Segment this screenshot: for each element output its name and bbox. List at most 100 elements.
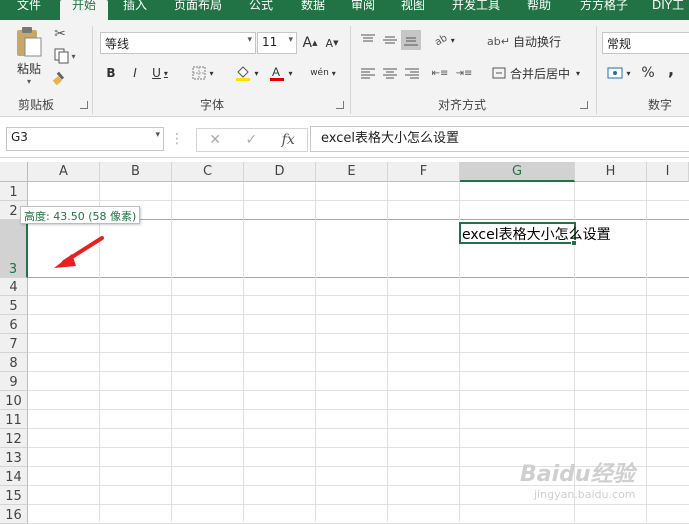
tab-home[interactable]: 开始 — [60, 0, 108, 20]
row-header-1[interactable]: 1 — [0, 182, 28, 201]
tab-insert[interactable]: 插入 — [112, 0, 158, 20]
chevron-down-icon: ▾ — [254, 68, 259, 78]
align-center-icon — [383, 68, 397, 79]
font-size-value: 11 — [262, 35, 278, 49]
merge-icon — [492, 67, 506, 79]
copy-icon — [54, 48, 69, 64]
row-gridline — [28, 333, 689, 334]
column-header-b[interactable]: B — [100, 162, 172, 182]
column-header-f[interactable]: F — [388, 162, 460, 182]
cancel-icon[interactable]: ✕ — [209, 132, 221, 148]
name-box[interactable]: G3 ▾ — [6, 127, 164, 151]
underline-button[interactable]: U ▾ — [148, 64, 172, 82]
column-header-g[interactable]: G — [460, 162, 575, 182]
column-gridline — [315, 182, 316, 522]
font-name-value: 等线 — [105, 37, 130, 51]
font-color-button[interactable]: A ▾ — [266, 64, 296, 82]
font-name-select[interactable]: 等线 ▾ — [100, 32, 256, 54]
row-gridline — [28, 409, 689, 410]
tab-developer[interactable]: 开发工具 — [444, 0, 508, 20]
tab-diy[interactable]: DIY工 — [646, 0, 689, 20]
decrease-font-size-button[interactable]: A ▼ — [324, 34, 340, 52]
row-header-6[interactable]: 6 — [0, 315, 28, 334]
align-middle-button[interactable] — [382, 32, 398, 48]
formula-bar-grip-icon: ⋮ — [170, 131, 184, 147]
chevron-down-icon: ▾ — [626, 68, 631, 78]
row-header-15[interactable]: 15 — [0, 486, 28, 505]
column-header-a[interactable]: A — [28, 162, 100, 182]
row-header-14[interactable]: 14 — [0, 467, 28, 486]
decrease-indent-button[interactable]: ⇤≡ — [432, 66, 449, 80]
paste-button[interactable]: 粘贴 ▾ — [12, 26, 46, 86]
enter-icon[interactable]: ✓ — [245, 132, 257, 148]
align-right-button[interactable] — [404, 66, 420, 80]
orientation-button[interactable]: ab ▾ — [430, 32, 460, 48]
row-header-9[interactable]: 9 — [0, 372, 28, 391]
column-header-c[interactable]: C — [172, 162, 244, 182]
tab-file[interactable]: 文件 — [0, 0, 58, 20]
clipboard-launcher-icon[interactable] — [80, 101, 88, 109]
formula-input[interactable]: excel表格大小怎么设置 — [310, 126, 689, 152]
arrow-icon — [54, 236, 104, 268]
fill-color-button[interactable]: ▾ — [232, 64, 262, 82]
merge-center-button[interactable]: 合并后居中 ▾ — [488, 63, 584, 83]
percent-style-button[interactable]: % — [640, 64, 656, 82]
row-header-11[interactable]: 11 — [0, 410, 28, 429]
align-left-button[interactable] — [360, 66, 376, 80]
bold-button[interactable]: B — [104, 64, 118, 82]
number-format-select[interactable]: 常规 — [602, 32, 689, 54]
borders-button[interactable]: ▾ — [190, 64, 216, 82]
row-header-4[interactable]: 4 — [0, 278, 28, 296]
font-size-select[interactable]: 11 ▾ — [257, 32, 297, 54]
column-header-e[interactable]: E — [316, 162, 388, 182]
row-header-16[interactable]: 16 — [0, 505, 28, 524]
align-left-icon — [361, 68, 375, 79]
font-launcher-icon[interactable] — [336, 101, 344, 109]
worksheet-grid[interactable]: ABCDEFGHI 1 2 3 4 5 6 7 8 9 10 11 12 13 14 15 16 excel表… — [0, 158, 689, 524]
row-header-12[interactable]: 12 — [0, 429, 28, 448]
row-header-5[interactable]: 5 — [0, 296, 28, 315]
column-header-i[interactable]: I — [647, 162, 689, 182]
tab-data[interactable]: 数据 — [290, 0, 336, 20]
copy-button[interactable]: ▾ — [52, 48, 78, 64]
align-bottom-button[interactable] — [401, 30, 421, 50]
cut-button[interactable]: ✂ — [52, 26, 68, 42]
group-divider — [596, 26, 597, 114]
tab-help[interactable]: 帮助 — [516, 0, 562, 20]
align-top-button[interactable] — [360, 32, 376, 48]
phonetic-button[interactable]: wén ▾ — [306, 64, 340, 82]
insert-function-icon[interactable]: fx — [282, 132, 295, 148]
column-header-h[interactable]: H — [575, 162, 647, 182]
row-header-13[interactable]: 13 — [0, 448, 28, 467]
increase-indent-button[interactable]: ⇥≡ — [456, 66, 473, 80]
row-header-10[interactable]: 10 — [0, 391, 28, 410]
group-divider — [350, 26, 351, 114]
tab-review[interactable]: 审阅 — [340, 0, 386, 20]
align-center-button[interactable] — [382, 66, 398, 80]
row-header-8[interactable]: 8 — [0, 353, 28, 372]
shrink-font-icon: A — [325, 36, 334, 50]
italic-button[interactable]: I — [128, 64, 142, 82]
group-divider — [92, 26, 93, 114]
tab-view[interactable]: 视图 — [390, 0, 436, 20]
alignment-launcher-icon[interactable] — [580, 101, 588, 109]
comma-style-button[interactable]: , — [664, 60, 678, 79]
chevron-down-icon: ▾ — [450, 35, 455, 45]
increase-font-size-button[interactable]: A ▲ — [302, 34, 318, 52]
row-header-3[interactable]: 3 — [0, 220, 28, 278]
accounting-format-button[interactable]: ▾ — [604, 64, 634, 82]
tab-fangfang[interactable]: 方方格子 — [570, 0, 638, 20]
row-gridline — [28, 428, 689, 429]
italic-icon: I — [133, 66, 137, 80]
select-all-corner[interactable] — [0, 162, 28, 182]
bold-icon: B — [106, 66, 116, 80]
tab-formulas[interactable]: 公式 — [238, 0, 284, 20]
tab-page-layout[interactable]: 页面布局 — [164, 0, 232, 20]
wrap-text-button[interactable]: ab↵ 自动换行 — [487, 32, 561, 50]
row-gridline — [28, 295, 689, 296]
format-painter-button[interactable] — [52, 70, 68, 86]
row-gridline — [28, 314, 689, 315]
column-header-d[interactable]: D — [244, 162, 316, 182]
row-header-7[interactable]: 7 — [0, 334, 28, 353]
column-gridline — [171, 182, 172, 522]
